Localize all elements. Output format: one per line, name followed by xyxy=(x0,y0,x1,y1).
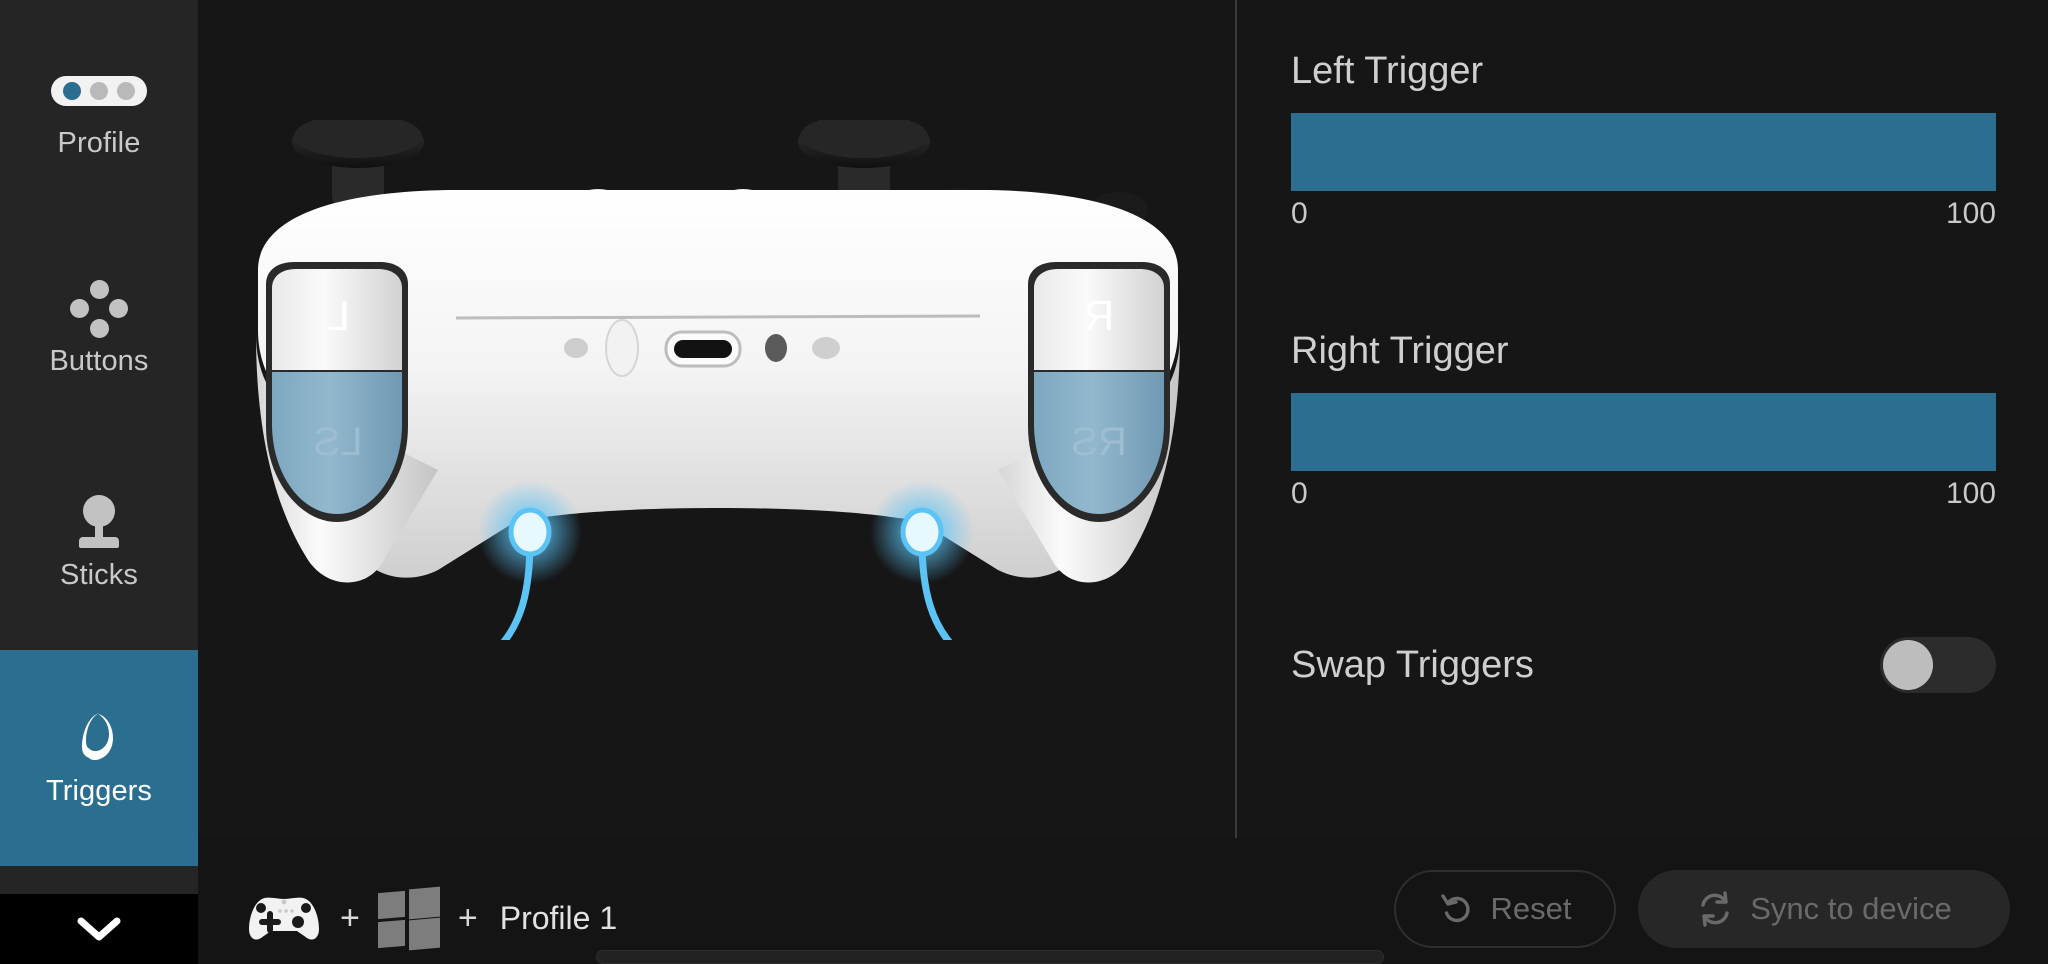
sidebar-item-label-buttons: Buttons xyxy=(49,344,149,377)
gamepad-icon[interactable] xyxy=(246,889,322,947)
left-stick-label: LS xyxy=(314,420,363,464)
refresh-icon xyxy=(1701,891,1729,927)
left-trigger-range-slider[interactable] xyxy=(1291,113,1996,191)
chevron-down-icon xyxy=(77,917,121,941)
left-trigger-field: Left Trigger 0 100 xyxy=(1291,52,1996,229)
sidebar-item-sticks[interactable]: Sticks xyxy=(0,462,198,622)
breadcrumb: + + Profile 1 xyxy=(246,886,617,951)
sidebar-item-label-triggers: Triggers xyxy=(45,774,153,807)
left-trigger[interactable]: L LS xyxy=(266,262,408,522)
left-trigger-ticks: 0 100 xyxy=(1291,199,1996,229)
right-trigger-label: Right Trigger xyxy=(1291,330,1509,372)
dpad-dots-icon xyxy=(0,279,198,338)
trigger-settings-panel: Left Trigger 0 100 Right Trigger 0 100 S… xyxy=(1237,0,2048,838)
joystick-icon xyxy=(0,494,198,551)
left-trigger-label: Left Trigger xyxy=(1291,50,1484,92)
right-stick-label: RS xyxy=(1071,420,1127,464)
trigger-icon xyxy=(0,711,198,767)
sidebar-item-profile[interactable]: Profile xyxy=(0,30,198,190)
swap-triggers-toggle[interactable] xyxy=(1880,637,1996,693)
sidebar-item-buttons[interactable]: Buttons xyxy=(0,248,198,408)
controller-back-view: L LS R RS xyxy=(256,120,1180,640)
windows-icon[interactable] xyxy=(377,886,440,951)
left-trigger-max-label: 100 xyxy=(1945,197,1996,230)
sync-to-device-button[interactable]: Sync to device xyxy=(1638,870,2010,948)
right-trigger-label: R xyxy=(1084,292,1114,339)
left-trigger-label: L xyxy=(326,292,349,339)
reset-button-label: Reset xyxy=(1490,891,1572,926)
sidebar-item-label-sticks: Sticks xyxy=(60,558,138,591)
swap-triggers-label: Swap Triggers xyxy=(1291,644,1534,686)
toggle-knob xyxy=(1883,640,1933,690)
right-trigger[interactable]: R RS xyxy=(1028,262,1170,522)
sidebar: Profile Buttons Sticks Triggers xyxy=(0,0,198,964)
right-trigger-field: Right Trigger 0 100 xyxy=(1291,332,1996,509)
right-trigger-ticks: 0 100 xyxy=(1291,479,1996,509)
right-trigger-range-slider[interactable] xyxy=(1291,393,1996,471)
bottom-actions: Reset Sync to device xyxy=(1394,870,2010,948)
undo-icon xyxy=(1440,894,1470,923)
app-root: Profile Buttons Sticks Triggers L LS R R… xyxy=(0,0,2048,964)
device-preview-stage: L LS R RS xyxy=(198,0,1235,838)
reset-button[interactable]: Reset xyxy=(1394,870,1616,948)
left-trigger-min-label: 0 xyxy=(1291,197,1308,230)
horizontal-scrollbar[interactable] xyxy=(596,950,1384,964)
breadcrumb-separator-1: + xyxy=(340,899,360,937)
bottom-bar: + + Profile 1 Reset Sync to device xyxy=(198,838,2048,964)
breadcrumb-profile-name[interactable]: Profile 1 xyxy=(500,900,617,937)
right-trigger-max-label: 100 xyxy=(1945,477,1996,510)
sidebar-item-label-profile: Profile xyxy=(57,126,141,159)
right-trigger-min-label: 0 xyxy=(1291,477,1308,510)
sync-button-label: Sync to device xyxy=(1750,891,1952,926)
breadcrumb-separator-2: + xyxy=(457,899,478,937)
swap-triggers-row: Swap Triggers xyxy=(1291,630,1996,700)
sidebar-item-triggers[interactable]: Triggers xyxy=(0,650,198,866)
profile-dots-icon xyxy=(0,63,198,119)
sidebar-collapse-button[interactable] xyxy=(0,894,198,964)
